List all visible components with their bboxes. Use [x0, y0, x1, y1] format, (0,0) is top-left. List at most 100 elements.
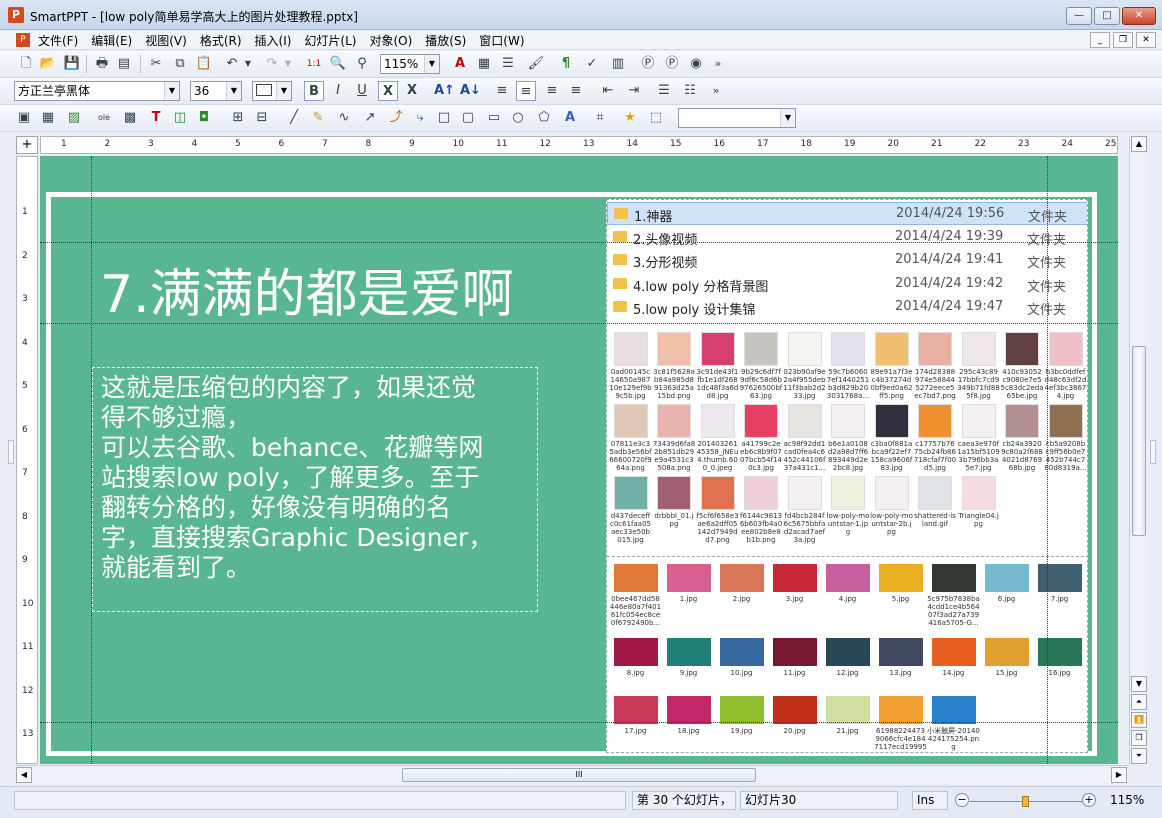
- previous-slide-icon[interactable]: ⏶: [1131, 694, 1147, 710]
- justify-icon[interactable]: ≡: [566, 81, 586, 101]
- guide-line-vertical[interactable]: [1047, 156, 1048, 764]
- menu-window[interactable]: 窗口(W): [479, 32, 524, 49]
- gallery-thumbnail[interactable]: 9.jpg: [662, 634, 715, 694]
- numbered-list-icon[interactable]: ☷: [680, 81, 700, 101]
- save-icon[interactable]: 💾: [62, 54, 82, 74]
- audio-frame-icon[interactable]: ◘: [194, 108, 214, 128]
- grow-font-icon[interactable]: A↑: [434, 81, 455, 101]
- scroll-up-icon[interactable]: ▲: [1131, 136, 1147, 152]
- file-thumbnail[interactable]: 07811e3c35adb3e56bf66600720f964a.png: [609, 400, 652, 474]
- guide-line-horizontal[interactable]: [40, 242, 1118, 243]
- italic-button[interactable]: I: [328, 81, 348, 101]
- gallery-thumbnail[interactable]: 13.jpg: [874, 634, 927, 694]
- menu-format[interactable]: 格式(R): [200, 32, 242, 49]
- file-thumbnail[interactable]: b3bc0ddfefd48c63df2d4ef3bc38674.jpg: [1044, 328, 1087, 402]
- zoom-out-icon[interactable]: −: [955, 793, 969, 807]
- gallery-thumbnail[interactable]: 4.jpg: [821, 560, 874, 620]
- file-thumbnail[interactable]: f5cf6f658e3ae6a2dff05142d7949dd7.png: [696, 472, 739, 546]
- file-thumbnail[interactable]: b6e1a0108d2a98d7ff6893449d2e2bc8.jpg: [827, 400, 870, 474]
- cut-icon[interactable]: ✂: [146, 54, 166, 74]
- file-thumbnail[interactable]: cb5a9208bc9ff56b0e7452b744c780d8319a...: [1044, 400, 1087, 474]
- gallery-thumbnail[interactable]: 6.jpg: [980, 560, 1033, 620]
- folder-row[interactable]: 5.low poly 设计集锦 2014/4/24 19:47 文件夹: [607, 296, 1087, 319]
- file-thumbnail[interactable]: d437deceffc0c61faa05aec33e50b015.jpg: [609, 472, 652, 546]
- file-thumbnail[interactable]: 9b29c6df7f9df6c58d6b97626500bf63.jpg: [740, 328, 783, 402]
- open-folder-icon[interactable]: 📂: [38, 54, 58, 74]
- properties-icon[interactable]: Ⓟ: [662, 54, 682, 74]
- file-thumbnail[interactable]: f6144c98136b603fb4a0ee802b8e8b1b.png: [740, 472, 783, 546]
- copy-icon[interactable]: ⧉: [170, 54, 190, 74]
- file-thumbnail[interactable]: low-poly-mountstar-1.jpg: [827, 472, 870, 546]
- rectangle-tool-icon[interactable]: ▢: [458, 108, 478, 128]
- align-left-icon[interactable]: ≡: [492, 81, 512, 101]
- toolbar-overflow-icon[interactable]: »: [706, 81, 726, 101]
- square-tool-icon[interactable]: □: [434, 108, 454, 128]
- gallery-thumbnail[interactable]: 16.jpg: [1033, 634, 1086, 694]
- new-file-icon[interactable]: 🗋: [16, 54, 36, 74]
- slide-design-icon[interactable]: ▦: [474, 54, 494, 74]
- text-color-icon[interactable]: A: [450, 54, 470, 74]
- maximize-icon[interactable]: □: [1094, 7, 1120, 25]
- file-thumbnail[interactable]: a41799c2eeb6c8b9f0707bcb54f140c3.jpg: [740, 400, 783, 474]
- gallery-thumbnail[interactable]: 15.jpg: [980, 634, 1033, 694]
- gallery-thumbnail[interactable]: 8.jpg: [609, 634, 662, 694]
- file-thumbnail[interactable]: Triangle04.jpg: [957, 472, 1000, 546]
- shrink-font-icon[interactable]: A↓: [460, 81, 481, 101]
- file-thumbnail[interactable]: low-poly-mountstar-2b.jpg: [870, 472, 913, 546]
- decrease-indent-icon[interactable]: ⇤: [598, 81, 618, 101]
- scroll-left-icon[interactable]: ◀: [16, 767, 32, 783]
- file-thumbnail[interactable]: 89e91a7f3ec4b37274d0bf9ed0a62ff5.png: [870, 328, 913, 402]
- file-thumbnail[interactable]: 73439d6fa82b851db29e9a4531c3508a.png: [653, 400, 696, 474]
- folder-row[interactable]: 2.头像视频 2014/4/24 19:39 文件夹: [607, 226, 1087, 249]
- font-size-select[interactable]: 36 ▼: [190, 81, 242, 101]
- guide-line-vertical[interactable]: [91, 156, 92, 764]
- undo-icon[interactable]: ↶: [222, 54, 242, 74]
- bold-button[interactable]: B: [304, 81, 324, 101]
- paste-icon[interactable]: 📋: [194, 54, 214, 74]
- group-icon[interactable]: ⊞: [228, 108, 248, 128]
- zoom-slider-handle[interactable]: [1022, 796, 1029, 807]
- vertical-scroll-thumb[interactable]: [1132, 346, 1146, 536]
- actual-size-icon[interactable]: 1:1: [304, 54, 324, 74]
- table-icon[interactable]: ▦: [38, 108, 58, 128]
- gallery-thumbnail[interactable]: 12.jpg: [821, 634, 874, 694]
- gallery-thumbnail[interactable]: 11.jpg: [768, 634, 821, 694]
- shapes-tool-icon[interactable]: ⬠: [534, 108, 554, 128]
- vertical-scrollbar[interactable]: ▲ ▼ ⏶ ⏫ ❐ ⏷: [1129, 136, 1147, 764]
- arrow-tool-icon[interactable]: ↗: [360, 108, 380, 128]
- file-thumbnail[interactable]: c3ba0f881abca9f22ef7158ca9606f83.jpg: [870, 400, 913, 474]
- menu-object[interactable]: 对象(O): [369, 32, 412, 49]
- toolbar-overflow-icon[interactable]: »: [708, 54, 728, 74]
- menu-insert[interactable]: 插入(I): [255, 32, 292, 49]
- redo-dropdown-icon[interactable]: ▼: [282, 54, 294, 74]
- strikethrough-button[interactable]: X: [378, 81, 398, 101]
- gallery-thumbnail[interactable]: 5c975b7838ba4cdd1ce4b56407f3ad27a739416a…: [927, 560, 980, 627]
- paragraph-marks-icon[interactable]: ¶: [556, 54, 576, 74]
- folder-row[interactable]: 1.神器 2014/4/24 19:56 文件夹: [607, 202, 1087, 225]
- rounded-rect-tool-icon[interactable]: ▭: [484, 108, 504, 128]
- first-slide-icon[interactable]: ⏫: [1131, 712, 1147, 728]
- crop-icon[interactable]: ⌗: [590, 108, 610, 128]
- ungroup-icon[interactable]: ⊟: [252, 108, 272, 128]
- document-icon[interactable]: P: [16, 33, 30, 47]
- insert-mode[interactable]: Ins: [912, 791, 948, 810]
- stack-icon[interactable]: ◉: [686, 54, 706, 74]
- line-tool-icon[interactable]: ╱: [284, 108, 304, 128]
- ole-object-icon[interactable]: ole: [94, 108, 114, 128]
- file-thumbnail[interactable]: cb24a39209c80a2f6884021d876968b.jpg: [1001, 400, 1044, 474]
- undo-dropdown-icon[interactable]: ▼: [242, 54, 254, 74]
- file-thumbnail[interactable]: caea3e970f1a15bf51093b796bb3a5e7.jpg: [957, 400, 1000, 474]
- guide-line-horizontal[interactable]: [40, 323, 1118, 324]
- zoom-area-icon[interactable]: 🔍: [328, 54, 348, 74]
- horizontal-scroll-thumb[interactable]: III: [402, 768, 756, 782]
- page-setup-icon[interactable]: Ⓟ: [638, 54, 658, 74]
- zoom-select[interactable]: 115% ▼: [380, 54, 440, 74]
- file-thumbnail[interactable]: 3c81f5628ab84a985d891363d25a15bd.png: [653, 328, 696, 402]
- file-thumbnail[interactable]: drbbbl_01.jpg: [653, 472, 696, 546]
- bullet-list-icon[interactable]: ☰: [654, 81, 674, 101]
- menu-view[interactable]: 视图(V): [145, 32, 187, 49]
- image-icon[interactable]: ▨: [64, 108, 84, 128]
- statistics-icon[interactable]: ▥: [608, 54, 628, 74]
- format-painter-icon[interactable]: 🖌: [526, 54, 546, 74]
- slide-canvas[interactable]: 7.满满的都是爱啊 这就是压缩包的内容了，如果还觉 得不够过瘾， 可以去谷歌、b…: [40, 156, 1118, 764]
